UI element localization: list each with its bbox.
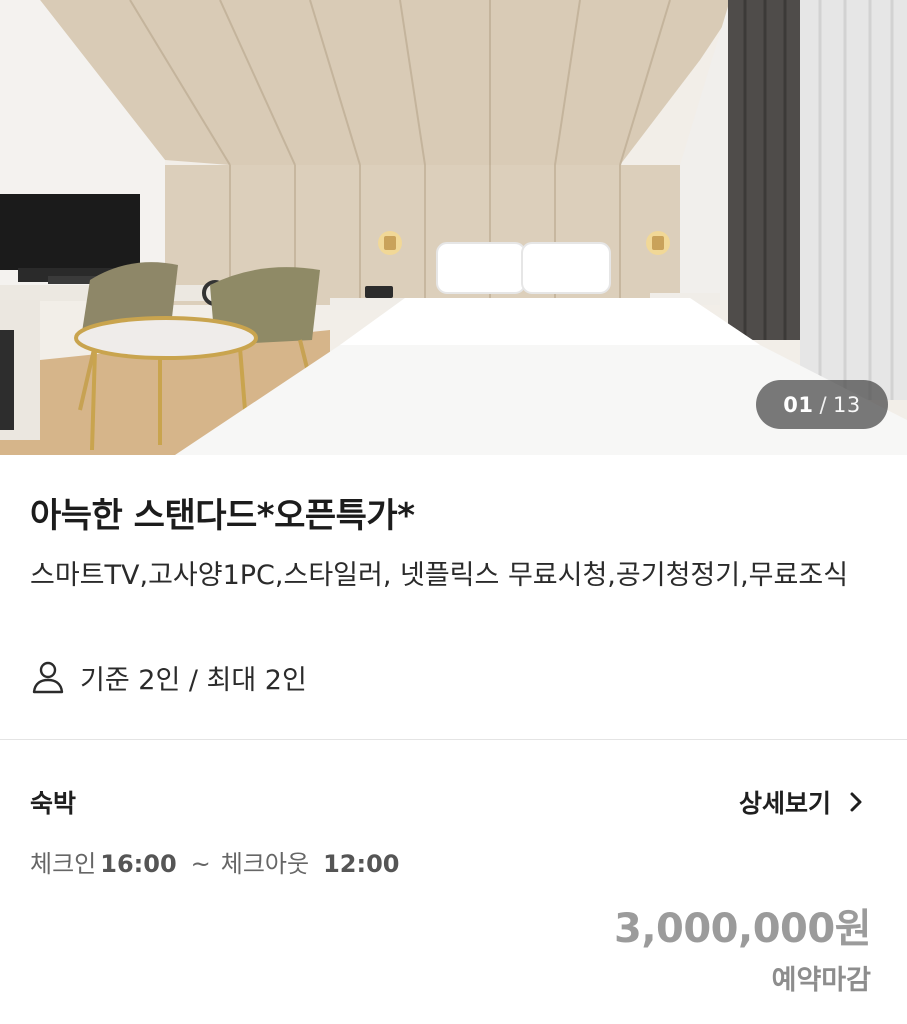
gallery-current: 01 bbox=[783, 392, 814, 417]
checkin-time: 16:00 bbox=[100, 850, 177, 878]
view-details-label: 상세보기 bbox=[738, 789, 831, 818]
gallery-counter: 01 / 13 bbox=[756, 380, 888, 429]
room-photo[interactable]: 01 / 13 bbox=[0, 0, 907, 455]
booking-status: 예약마감 bbox=[771, 965, 871, 996]
capacity-text: 기준 2인 / 최대 2인 bbox=[80, 664, 307, 696]
stay-option: 숙박 상세보기 체크인 16:00 ~ 체크아웃 12:00 3,000,000원 예약… bbox=[0, 740, 907, 1024]
checkin-label: 체크인 bbox=[30, 850, 97, 878]
checkout-time: 12:00 bbox=[323, 850, 400, 878]
stay-type-label: 숙박 bbox=[30, 789, 77, 818]
view-details-button[interactable]: 상세보기 bbox=[739, 784, 867, 820]
person-outline-icon bbox=[30, 659, 66, 695]
room-capacity: 기준 2인 / 최대 2인 bbox=[30, 657, 307, 697]
price: 3,000,000원 bbox=[613, 906, 872, 952]
room-title: 아늑한 스탠다드*오픈특가* bbox=[30, 496, 415, 536]
room-amenities: 스마트TV,고사양1PC,스타일러, 넷플릭스 무료시청,공기청정기,무료조식 bbox=[30, 560, 849, 591]
room-info: 아늑한 스탠다드*오픈특가* 스마트TV,고사양1PC,스타일러, 넷플릭스 무… bbox=[0, 455, 907, 740]
check-times: 체크인 16:00 ~ 체크아웃 12:00 bbox=[30, 844, 400, 879]
checkout-label: 체크아웃 bbox=[220, 850, 310, 878]
time-range-tilde: ~ bbox=[190, 850, 211, 878]
gallery-separator: / bbox=[819, 392, 828, 417]
gallery-total: 13 bbox=[833, 392, 861, 417]
chevron-right-icon bbox=[845, 791, 867, 813]
